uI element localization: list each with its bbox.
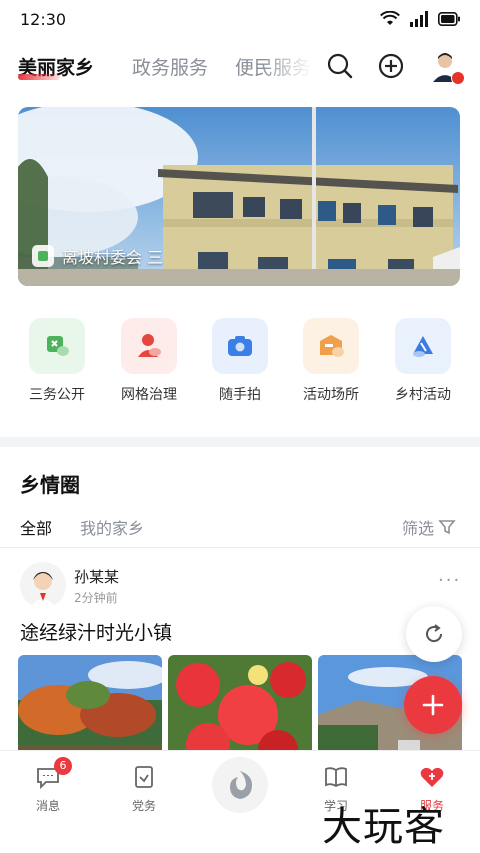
- post-username[interactable]: 孙某某: [74, 566, 119, 587]
- activity-icon: [395, 318, 451, 374]
- search-icon[interactable]: [326, 52, 354, 80]
- feed-divider: [0, 547, 480, 548]
- village-committee-icon: [32, 245, 54, 267]
- message-badge: 6: [54, 757, 72, 775]
- user-avatar[interactable]: [430, 50, 465, 85]
- add-icon[interactable]: [377, 52, 405, 80]
- book-icon: [322, 763, 350, 791]
- person-icon: [121, 318, 177, 374]
- create-post-button[interactable]: [404, 676, 462, 734]
- post-image[interactable]: [168, 655, 312, 765]
- filter-button[interactable]: 筛选: [402, 515, 456, 539]
- post-image[interactable]: [18, 655, 162, 765]
- quick-action-label: 三务公开: [29, 387, 85, 403]
- section-divider: [0, 437, 480, 447]
- status-time: 12:30: [20, 10, 67, 29]
- post-avatar-icon: [20, 562, 66, 608]
- post-image-photo: [18, 655, 162, 765]
- quick-action-snapshot[interactable]: 随手拍: [194, 318, 286, 404]
- party-flag-icon: [29, 318, 85, 374]
- bottom-nav: 6 消息 党务 学习 服务 大玩客: [0, 750, 480, 853]
- nav-label: 党务: [131, 799, 156, 813]
- quick-action-venues[interactable]: 活动场所: [285, 318, 377, 404]
- quick-action-label: 网格治理: [121, 387, 177, 403]
- feed-title: 乡情圈: [20, 473, 80, 497]
- quick-action-grid-governance[interactable]: 网格治理: [103, 318, 195, 404]
- post-image-photo: [168, 655, 312, 765]
- tab-overflow-fade: [262, 48, 312, 78]
- wifi-icon: [380, 11, 400, 25]
- message-icon: 6: [34, 757, 72, 791]
- tab-government-services[interactable]: 政务服务: [132, 53, 208, 80]
- post-avatar[interactable]: [20, 562, 66, 608]
- more-options-icon[interactable]: ···: [438, 570, 461, 591]
- post-text: 途经绿汁时光小镇: [20, 622, 173, 644]
- quick-action-label: 乡村活动: [395, 387, 451, 403]
- app-logo-icon: [230, 771, 252, 799]
- nav-party-affairs[interactable]: 党务: [104, 763, 184, 814]
- nav-label: 消息: [35, 799, 60, 813]
- banner-caption-text: 离坡村委会 三: [62, 248, 164, 267]
- quick-actions: 三务公开 网格治理 随手拍 活动场所 乡村活动: [0, 318, 480, 408]
- feed-tab-all[interactable]: 全部: [20, 515, 52, 539]
- post-time: 2分钟前: [74, 591, 118, 605]
- quick-action-label: 活动场所: [303, 387, 359, 403]
- signal-icon: [410, 11, 428, 27]
- filter-label: 筛选: [402, 519, 435, 538]
- quick-action-village-activities[interactable]: 乡村活动: [377, 318, 469, 404]
- banner-caption: 离坡村委会 三: [32, 244, 163, 268]
- top-nav: 美丽家乡 政务服务 便民服务: [0, 44, 480, 90]
- plus-icon: [422, 694, 444, 716]
- quick-action-three-affairs[interactable]: 三务公开: [11, 318, 103, 404]
- document-icon: [130, 763, 158, 791]
- venue-icon: [303, 318, 359, 374]
- battery-icon: [438, 12, 460, 26]
- party-badge-icon: [451, 71, 465, 85]
- refresh-button[interactable]: [406, 606, 462, 662]
- status-bar: 12:30: [0, 0, 480, 40]
- heart-icon: [418, 763, 446, 791]
- active-tab-indicator: [18, 74, 60, 80]
- quick-action-label: 随手拍: [219, 387, 261, 403]
- feed-tab-my-hometown[interactable]: 我的家乡: [80, 515, 144, 539]
- refresh-icon: [426, 624, 443, 643]
- nav-home-center[interactable]: [212, 757, 268, 813]
- filter-icon: [438, 520, 456, 535]
- nav-messages[interactable]: 6 消息: [8, 757, 88, 814]
- banner-carousel[interactable]: 离坡村委会 三: [18, 107, 460, 286]
- status-icons: [380, 11, 460, 27]
- camera-icon: [212, 318, 268, 374]
- watermark-text: 大玩客: [322, 804, 445, 850]
